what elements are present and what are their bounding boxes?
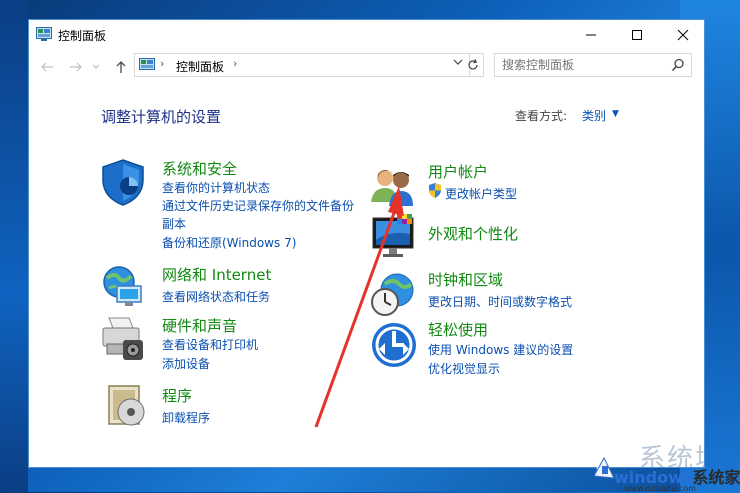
annotation-arrow (314, 186, 404, 428)
